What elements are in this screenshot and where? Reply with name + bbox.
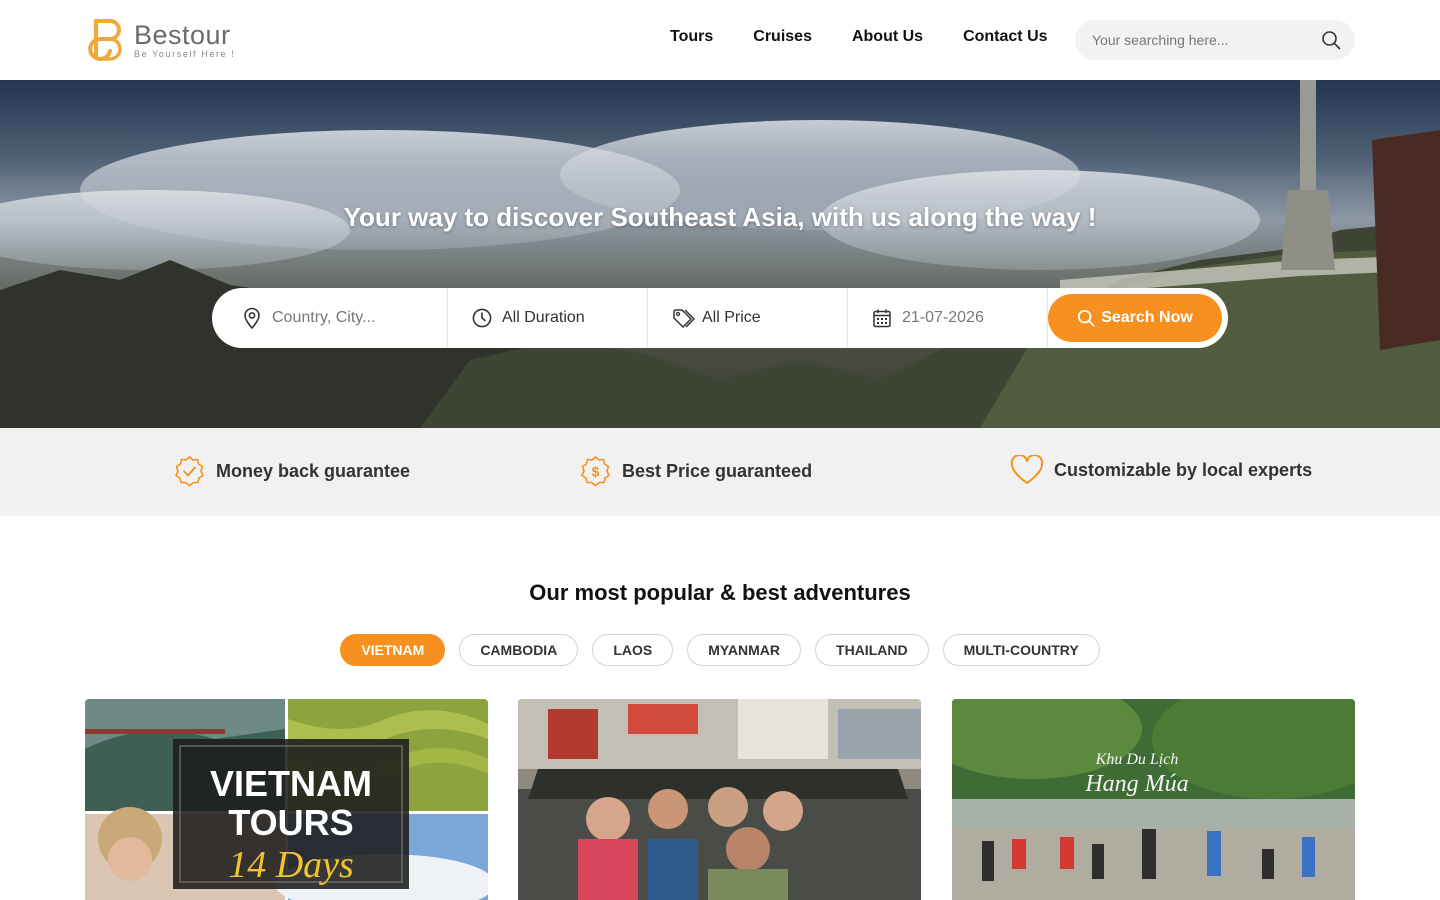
nav-cruises[interactable]: Cruises [753, 28, 812, 46]
main-nav: Tours Cruises About Us Contact Us [670, 28, 1088, 46]
country-tabs: VIETNAM CAMBODIA LAOS MYANMAR THAILAND M… [0, 634, 1440, 666]
tour-card-hang-mua[interactable]: Khu Du Lịch Hang Múa [952, 699, 1355, 900]
logo[interactable]: Bestour Be Yourself Here ! [88, 16, 248, 64]
guarantee-best-price: $ Best Price guaranteed [579, 455, 812, 488]
group-in-jeep-photo [518, 699, 921, 900]
tab-myanmar[interactable]: MYANMAR [687, 634, 802, 666]
price-tag-icon [672, 307, 698, 329]
logo-mark-icon [88, 19, 122, 61]
card-overlay-line1: VIETNAM [210, 763, 372, 804]
popular-section-title: Our most popular & best adventures [529, 580, 911, 605]
calendar-icon [872, 308, 892, 328]
location-pin-icon [242, 307, 262, 329]
tour-cards: VIETNAM TOURS 14 Days Khu Du Lịch Hang M… [85, 699, 1355, 900]
brand-tagline: Be Yourself Here ! [134, 48, 236, 59]
tour-card-vietnam-14-days[interactable]: VIETNAM TOURS 14 Days [85, 699, 488, 900]
tab-cambodia[interactable]: CAMBODIA [459, 634, 579, 666]
card-overlay-line3: 14 Days [228, 844, 354, 886]
nav-about-us[interactable]: About Us [852, 28, 923, 46]
guarantee-money-back-label: Money back guarantee [216, 461, 411, 481]
search-now-button[interactable]: Search Now [1048, 294, 1222, 342]
badge-check-icon [175, 456, 204, 487]
location-input[interactable] [272, 309, 422, 327]
tour-card-image: Khu Du Lịch Hang Múa [952, 699, 1355, 900]
date-input[interactable] [902, 309, 1022, 327]
header-search-box [1075, 20, 1355, 60]
header-search-input[interactable] [1092, 32, 1321, 48]
tab-vietnam[interactable]: VIETNAM [340, 634, 446, 666]
duration-select[interactable]: All Duration [448, 288, 648, 348]
tour-search-bar: All Duration All Price [212, 288, 1228, 348]
heart-icon [1010, 455, 1044, 484]
svg-text:$: $ [592, 464, 600, 480]
guarantee-best-price-label: Best Price guaranteed [622, 461, 813, 481]
location-field[interactable] [212, 288, 448, 348]
nav-contact-us[interactable]: Contact Us [963, 28, 1047, 46]
guarantee-money-back: Money back guarantee [173, 455, 410, 488]
hero-title: Your way to discover Southeast Asia, wit… [343, 202, 1097, 232]
dollar-badge-icon: $ [581, 456, 610, 487]
clock-icon [472, 308, 492, 328]
duration-value: All Duration [502, 309, 585, 326]
price-select[interactable]: All Price [648, 288, 848, 348]
sign-line2: Hang Múa [1084, 771, 1188, 797]
site-header: Bestour Be Yourself Here ! Tours Cruises… [0, 0, 1440, 80]
price-value: All Price [702, 309, 761, 326]
guarantee-customizable: Customizable by local experts [1010, 455, 1312, 485]
search-now-label: Search Now [1101, 309, 1193, 326]
hero-background-image [0, 80, 1440, 428]
tab-multi-country[interactable]: MULTI-COUNTRY [942, 634, 1100, 666]
sign-line1: Khu Du Lịch [1095, 751, 1179, 768]
date-field[interactable] [848, 288, 1048, 348]
search-icon[interactable] [1321, 30, 1341, 50]
tab-thailand[interactable]: THAILAND [815, 634, 929, 666]
brand-name: Bestour [134, 19, 231, 50]
nav-tours[interactable]: Tours [670, 28, 713, 46]
hero-banner: Your way to discover Southeast Asia, wit… [0, 80, 1440, 428]
guarantee-band: Money back guarantee $ Best Price guaran… [0, 428, 1440, 516]
card-overlay-line2: TOURS [228, 802, 353, 843]
search-icon [1078, 309, 1095, 327]
guarantee-customizable-label: Customizable by local experts [1054, 459, 1313, 480]
tour-card-group-jeep[interactable] [518, 699, 921, 900]
tour-card-image: VIETNAM TOURS 14 Days [85, 699, 488, 900]
tab-laos[interactable]: LAOS [592, 634, 674, 666]
